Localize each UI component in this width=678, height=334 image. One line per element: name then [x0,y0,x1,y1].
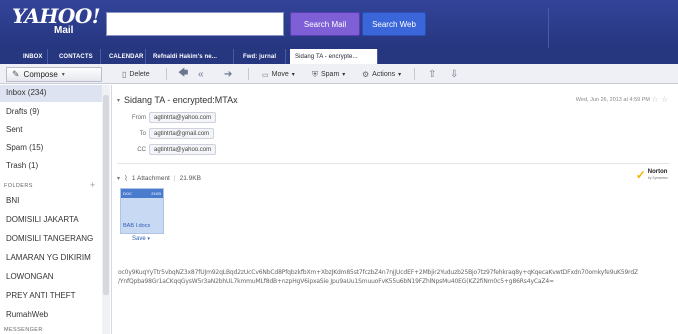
divider [166,68,167,80]
up-arrow-icon: ⇧ [428,69,437,80]
chevron-down-icon: ▾ [61,72,65,78]
norton-check-icon: ✓ [635,168,646,182]
move-label: Move [271,71,289,78]
reply-icon: 🡄 [178,68,189,79]
forward-icon: ➔ [224,69,233,80]
spam-button[interactable]: ⛨ Spam ▾ [312,67,345,82]
reply-button[interactable]: 🡄 [178,67,188,82]
from-address[interactable]: agtintrta@yahoo.com [149,112,217,123]
message-date: Wed, Jun 26, 2013 at 4:59 PM [575,97,650,103]
attachment-thumbnail[interactable]: DOC 21KB BAB I.docx [120,188,164,234]
logo-subtext: Mail [54,25,74,36]
folder-icon: ▭ [262,71,269,79]
attachment-count: 1 Attachment [131,175,170,182]
compose-icon: ✎ [12,69,20,79]
chevron-down-icon: ▾ [342,72,346,78]
delete-button[interactable]: ▯ Delete [122,67,150,82]
sidebar-item-domisili-jakarta[interactable]: DOMISILI JAKARTA [6,215,79,224]
forward-button[interactable]: ➔ [224,67,232,82]
sidebar-item-lowongan[interactable]: LOWONGAN [6,272,54,281]
norton-badge: ✓ Norton by Symantec [636,168,668,182]
actions-label: Actions [372,71,396,78]
tab-bar: INBOX CONTACTS CALENDAR Refnaldi Hakim's… [0,48,678,64]
search-input[interactable] [106,12,284,36]
tab-calendar[interactable]: CALENDAR [104,49,146,64]
norton-label: Norton by Symantec [648,169,668,181]
sidebar-item-drafts[interactable]: Drafts (9) [6,107,39,116]
sidebar-item-domisili-tangerang[interactable]: DOMISILI TANGERANG [6,234,93,243]
delete-label: Delete [129,71,150,78]
tab-fwd-jurnal[interactable]: Fwd: jurnal [238,49,286,64]
header: YAHOO! Mail Search Mail Search Web [0,0,678,48]
cc-label: CC [137,147,146,153]
messenger-section-label[interactable]: MESSENGER [4,327,43,333]
folders-section-label[interactable]: FOLDERS [4,183,33,189]
sidebar-item-sent[interactable]: Sent [6,125,22,134]
reply-all-button[interactable]: « [198,67,204,82]
collapse-icon[interactable]: ▾ [117,97,120,104]
header-ad-area [548,8,674,48]
sidebar: Inbox (234) Drafts (9) Sent Spam (15) Tr… [0,85,112,334]
attachment-type-bar: DOC 21KB [121,189,163,198]
paperclip-icon: ⌇ [124,174,128,183]
attachment-header: ▾ ⌇ 1 Attachment | 21.9KB [117,174,201,183]
spam-label: Spam [321,71,340,78]
gear-icon: ⚙ [362,70,370,79]
to-address[interactable]: agtintrta@gmail.com [149,128,215,139]
attachment-size: 21.9KB [179,175,201,182]
divider [248,68,249,80]
sidebar-scrollbar[interactable] [102,85,110,334]
sidebar-item-trash[interactable]: Trash (1) [6,161,38,170]
tab-contacts[interactable]: CONTACTS [54,49,101,64]
attachment-name[interactable]: BAB I.docx [123,223,150,229]
sidebar-item-bni[interactable]: BNI [6,196,19,205]
actions-button[interactable]: ⚙ Actions ▾ [362,67,401,82]
trash-icon: ▯ [122,70,127,79]
attachment-size-small: 21KB [151,191,161,196]
save-attachment-link[interactable]: Save ▾ [132,236,150,242]
to-label: To [139,131,146,137]
tab-refnaldi-message[interactable]: Refnaldi Hakim's ne... [148,49,234,64]
shield-icon: ⛨ [312,69,318,79]
chevron-down-icon: ▾ [398,72,402,78]
sidebar-item-rumahweb[interactable]: RumahWeb [6,310,48,319]
divider [414,68,415,80]
reply-all-icon: « [198,69,204,80]
previous-message-button[interactable]: ⇧ [428,67,436,82]
tab-sidang-ta[interactable]: Sidang TA - encrypte... [290,49,378,64]
cc-address[interactable]: agtintrta@yahoo.com [149,144,217,155]
next-message-button[interactable]: ⇩ [450,67,458,82]
search-web-button[interactable]: Search Web [362,12,426,36]
sidebar-item-lamaran[interactable]: LAMARAN YG DIKIRIM [6,253,91,262]
tab-inbox[interactable]: INBOX [18,49,48,64]
sidebar-item-prey-anti-theft[interactable]: PREY ANTI THEFT [6,291,76,300]
collapse-icon[interactable]: ▾ [117,175,120,182]
message-body-line: oc0y9KuqYyTtr5vbqNZ3x87fUJm92qLBqd2zUcCv… [118,269,638,276]
move-button[interactable]: ▭ Move ▾ [262,67,295,82]
yahoo-mail-logo[interactable]: YAHOO! Mail [12,4,101,36]
divider-pipe: | [173,175,176,182]
norton-sub: by Symantec [647,176,668,180]
message-subject-row: ▾ Sidang TA - encrypted:MTAx [117,95,238,105]
sidebar-item-inbox[interactable]: Inbox (234) [6,88,46,97]
compose-label: Compose [23,70,58,79]
attachment-type: DOC [123,191,132,196]
header-divider [117,163,670,164]
star-icon[interactable]: ☆ ☆ [651,95,668,104]
message-subject: Sidang TA - encrypted:MTAx [124,95,238,105]
from-label: From [132,115,146,121]
logo-text: YAHOO! [12,4,101,28]
chevron-down-icon: ▾ [147,236,150,242]
chevron-down-icon: ▾ [291,72,295,78]
message-pane: ▾ Sidang TA - encrypted:MTAx Wed, Jun 26… [112,85,678,334]
save-label: Save [132,236,146,242]
add-folder-icon[interactable]: + [90,180,95,190]
toolbar: ✎ Compose ▾ ▯ Delete 🡄 « ➔ ▭ Move ▾ ⛨ Sp… [0,64,678,84]
scrollbar-thumb[interactable] [103,95,109,295]
sidebar-item-spam[interactable]: Spam (15) [6,143,43,152]
search-mail-button[interactable]: Search Mail [290,12,360,36]
down-arrow-icon: ⇩ [450,69,459,80]
message-body-line: /YnfQpba98Gr1aCKqqGysW5r3aN2bhUL7kmmuMLf… [118,278,554,285]
compose-button[interactable]: ✎ Compose ▾ [6,67,102,82]
